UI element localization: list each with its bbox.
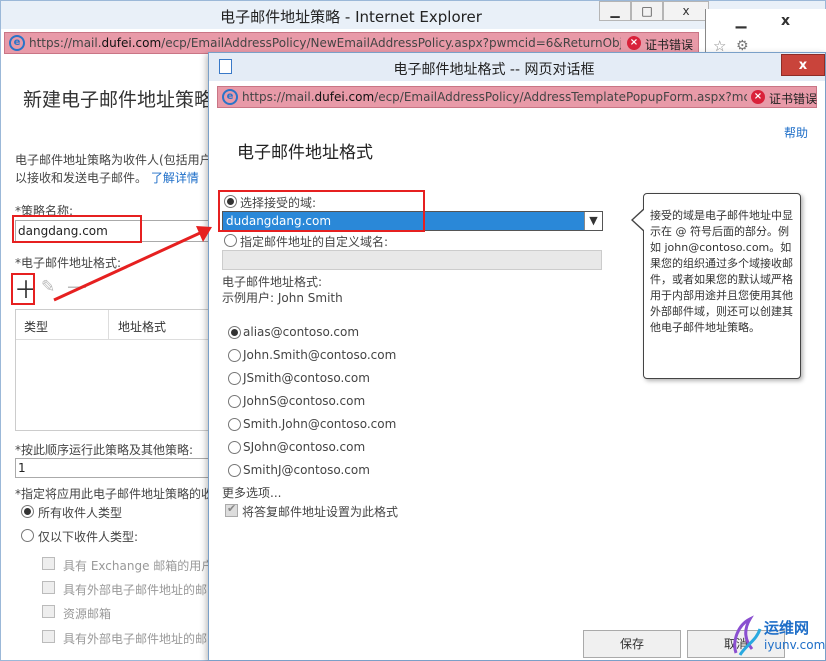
type-label-external-user: 具有外部电子邮件地址的邮: [63, 583, 208, 597]
page-title: 新建电子邮件地址策略: [23, 89, 214, 111]
help-link[interactable]: 帮助: [784, 124, 808, 141]
type-label-exchange: 具有 Exchange 邮箱的用户: [63, 559, 214, 573]
all-recipients-label: 所有收件人类型: [38, 506, 123, 520]
accepted-domain-tooltip: 接受的域是电子邮件地址中显示在 @ 符号后面的部分。例如 john@contos…: [643, 193, 801, 379]
site-watermark: 运维网 iyunv.com: [728, 613, 826, 661]
format-option-alias[interactable]: alias@contoso.com: [243, 325, 359, 339]
checkmark-icon: ✔: [227, 502, 237, 515]
learn-more-link[interactable]: 了解详情: [151, 171, 199, 185]
type-checkbox-exchange[interactable]: [42, 557, 55, 570]
format-option-last-initial[interactable]: SmithJ@contoso.com: [243, 463, 370, 477]
watermark-line1: 运维网: [764, 619, 810, 637]
type-label-external-contact: 具有外部电子邮件地址的邮: [63, 632, 208, 646]
minimize-icon: ▁: [610, 4, 620, 18]
address-format-grid: 类型 地址格式: [15, 309, 211, 431]
format-radio-last-dot-first[interactable]: [228, 418, 241, 431]
format-radio-first-dot-last[interactable]: [228, 349, 241, 362]
dialog-address-bar[interactable]: e https://mail.dufei.com/ecp/EmailAddres…: [217, 86, 817, 108]
cert-error-icon[interactable]: ×: [627, 36, 641, 50]
format-option-last-dot-first[interactable]: Smith.John@contoso.com: [243, 417, 396, 431]
grid-col-type[interactable]: 类型: [24, 318, 48, 335]
format-radio-first-initial[interactable]: [228, 395, 241, 408]
background-minimize-icon[interactable]: ▁: [721, 13, 761, 33]
save-button[interactable]: 保存: [583, 630, 681, 658]
highlight-policy-name: [12, 215, 142, 243]
more-options-link[interactable]: 更多选项...: [222, 484, 281, 501]
type-checkbox-external-contact[interactable]: [42, 630, 55, 643]
cert-error-icon[interactable]: ×: [751, 90, 765, 104]
address-format-label: *电子邮件地址格式:: [15, 256, 122, 270]
highlight-domain-select: [218, 190, 425, 232]
email-format-dialog: 电子邮件地址格式 -- 网页对话框 x e https://mail.dufei…: [208, 52, 826, 661]
minimize-button[interactable]: ▁: [599, 1, 631, 21]
sample-user-label: 示例用户: John Smith: [222, 291, 343, 305]
policy-description: 电子邮件地址策略为收件人(包括用户 以接收和发送电子邮件。 了解详情: [15, 153, 212, 185]
reply-address-checkbox[interactable]: ✔: [225, 502, 238, 517]
grid-column-divider: [108, 310, 109, 340]
address-url[interactable]: https://mail.dufei.com/ecp/EmailAddressP…: [29, 36, 621, 50]
grid-header: 类型 地址格式: [16, 310, 210, 340]
format-option-initial-first[interactable]: SJohn@contoso.com: [243, 440, 365, 454]
only-following-label: 仅以下收件人类型:: [38, 530, 139, 544]
format-radio-last-initial[interactable]: [228, 464, 241, 477]
cert-error-label[interactable]: 证书错误: [769, 90, 817, 107]
type-label-resource: 资源邮箱: [63, 607, 112, 621]
window-close-button[interactable]: x: [663, 1, 709, 21]
grid-col-format[interactable]: 地址格式: [118, 318, 166, 335]
format-radio-initial-first[interactable]: [228, 441, 241, 454]
type-checkbox-resource[interactable]: [42, 605, 55, 618]
background-close-icon[interactable]: x: [781, 13, 790, 29]
format-radio-initial-last[interactable]: [228, 372, 241, 385]
custom-domain-input: [222, 250, 602, 270]
priority-input[interactable]: 1: [15, 458, 211, 478]
maximize-button[interactable]: □: [631, 1, 663, 21]
ie-logo-icon: e: [222, 89, 238, 105]
address-bar[interactable]: e https://mail.dufei.com/ecp/EmailAddres…: [4, 32, 699, 54]
reply-address-label: 将答复邮件地址设置为此格式: [242, 505, 399, 519]
dialog-title: 电子邮件地址格式 -- 网页对话框: [393, 62, 595, 78]
format-label: 电子邮件地址格式:: [222, 275, 323, 289]
type-checkbox-external-user[interactable]: [42, 581, 55, 594]
custom-domain-radio[interactable]: [224, 234, 237, 247]
window-title: 电子邮件地址策略 - Internet Explorer: [220, 8, 482, 26]
format-option-first-dot-last[interactable]: John.Smith@contoso.com: [243, 348, 396, 362]
chevron-down-icon[interactable]: ▼: [584, 212, 602, 230]
priority-label: *按此顺序运行此策略及其他策略:: [15, 443, 194, 457]
watermark-line2: iyunv.com: [764, 638, 826, 652]
tooltip-pointer-inner: [633, 209, 645, 231]
format-option-first-initial[interactable]: JohnS@contoso.com: [243, 394, 365, 408]
highlight-add-button: [11, 273, 35, 305]
edit-pencil-icon[interactable]: ✎: [41, 277, 55, 297]
format-option-initial-last[interactable]: JSmith@contoso.com: [243, 371, 370, 385]
maximize-icon: □: [641, 4, 653, 18]
cert-error-label[interactable]: 证书错误: [645, 36, 693, 53]
dialog-heading: 电子邮件地址格式: [237, 143, 373, 163]
close-icon: x: [798, 58, 808, 73]
close-icon: x: [682, 4, 690, 18]
watermark-logo-icon: [733, 615, 762, 656]
all-recipients-radio[interactable]: [21, 505, 34, 518]
format-radio-alias[interactable]: [228, 326, 241, 339]
dialog-close-button[interactable]: x: [781, 54, 825, 76]
remove-icon[interactable]: —: [67, 274, 87, 298]
custom-domain-label: 指定邮件地址的自定义域名:: [240, 235, 389, 249]
ie-logo-icon: e: [9, 35, 25, 51]
dialog-title-bar: 电子邮件地址格式 -- 网页对话框 x: [209, 53, 825, 81]
recipient-type-label: *指定将应用此电子邮件地址策略的收: [15, 487, 214, 501]
only-following-radio[interactable]: [21, 529, 34, 542]
dialog-address-url[interactable]: https://mail.dufei.com/ecp/EmailAddressP…: [242, 90, 747, 104]
main-title-bar: 电子邮件地址策略 - Internet Explorer ▁ □ x: [1, 1, 825, 29]
